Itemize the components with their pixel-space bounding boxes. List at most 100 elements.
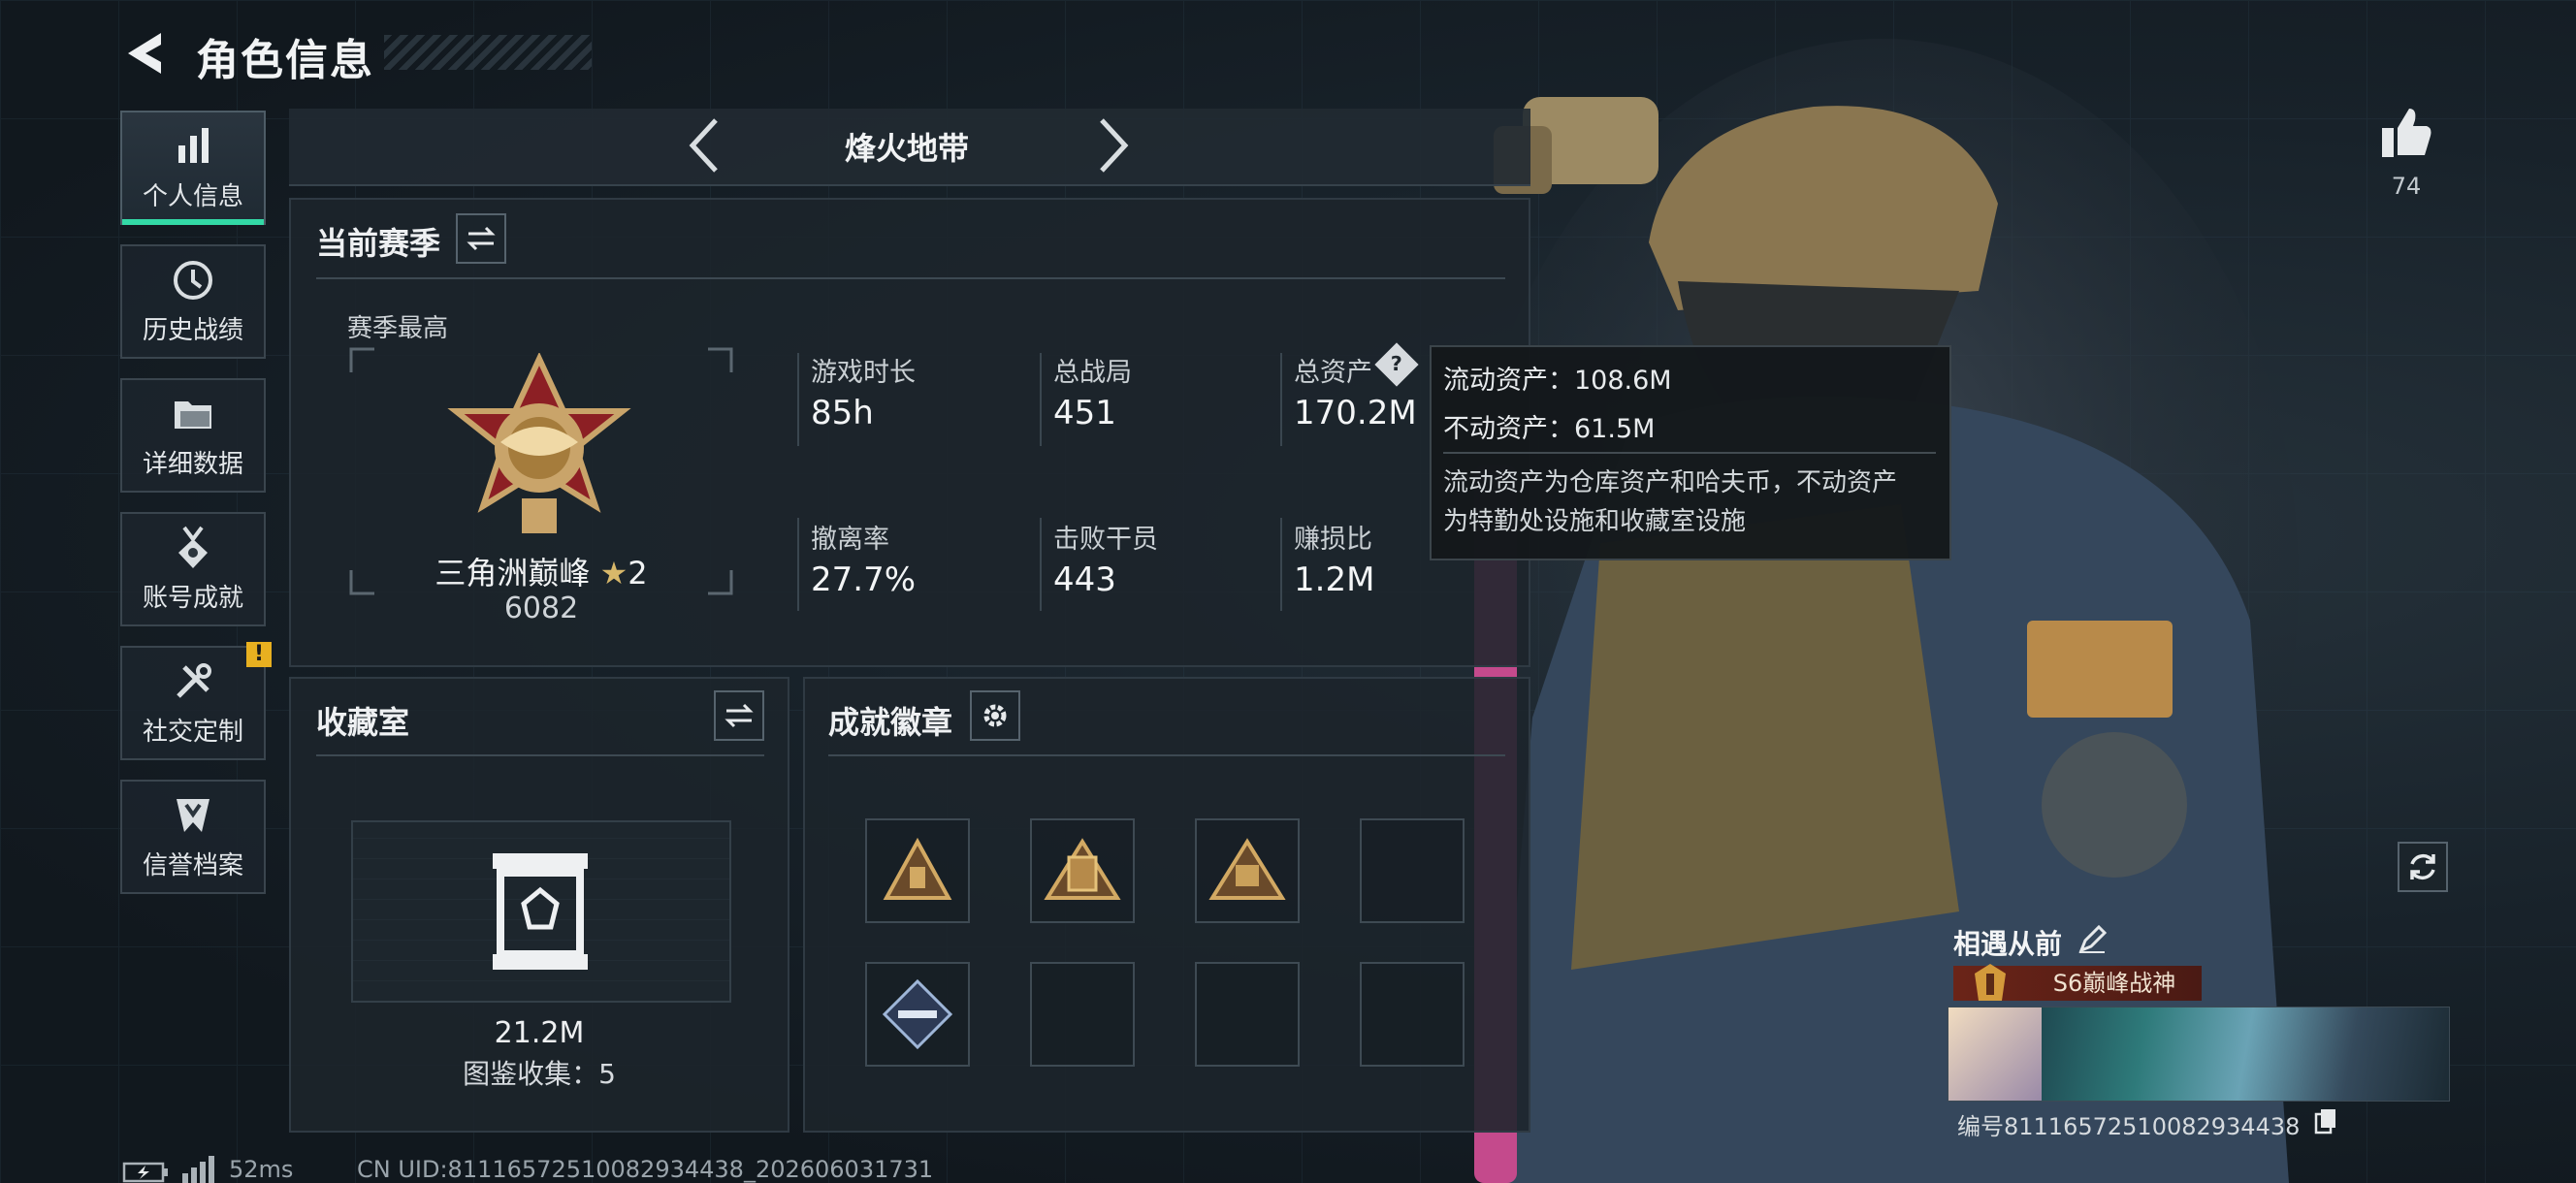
display-case-icon <box>493 853 588 970</box>
divider <box>316 754 764 756</box>
signal-icon <box>182 1156 214 1183</box>
battery-icon <box>122 1162 168 1183</box>
title-badge-label: S6巅峰战神 <box>2052 970 2176 997</box>
stat-value: 170.2M <box>1294 394 1417 432</box>
badge-triangle-icon <box>1044 838 1121 900</box>
sidebar-item-credit[interactable]: 信誉档案 <box>120 780 266 894</box>
stat-value: 1.2M <box>1294 560 1375 599</box>
back-arrow-icon[interactable] <box>122 29 167 78</box>
badge-slot[interactable] <box>865 818 970 923</box>
stat-divider <box>1280 518 1282 611</box>
sidebar-item-label: 详细数据 <box>142 449 243 479</box>
player-id-number: 编号8111657251008293443​8 <box>1957 1113 2301 1140</box>
copy-icon[interactable] <box>2314 1107 2337 1135</box>
season-best-label: 赛季最高 <box>347 314 449 343</box>
stat-value: 451 <box>1053 394 1116 432</box>
stat-value: 443 <box>1053 560 1116 599</box>
badges-settings-button[interactable] <box>970 690 1020 741</box>
title-decoration <box>384 35 592 70</box>
stat-divider <box>797 353 799 446</box>
stat-label: 赚损比 <box>1294 525 1372 555</box>
sidebar-item-label: 账号成就 <box>142 583 243 613</box>
player-name: 相遇从前 <box>1953 928 2063 960</box>
bar-chart-icon <box>178 127 209 163</box>
season-switch-button[interactable] <box>456 213 506 264</box>
refresh-button[interactable] <box>2398 842 2448 892</box>
sidebar-item-profile[interactable]: 个人信息 <box>120 111 266 225</box>
badge-s8-icon <box>1208 838 1286 900</box>
badge-slot-empty[interactable] <box>1030 962 1135 1067</box>
badge-diamond-icon <box>882 978 953 1050</box>
next-mode-arrow-icon[interactable] <box>1096 116 1131 175</box>
sidebar-item-label: 信誉档案 <box>142 850 243 880</box>
badge-slot-empty[interactable] <box>1360 818 1465 923</box>
badge-slot[interactable] <box>1195 818 1300 923</box>
rank-score: 6082 <box>503 592 579 625</box>
catalog-count: 图鉴收集：5 <box>463 1058 616 1090</box>
divider <box>828 754 1505 756</box>
collection-title: 收藏室 <box>316 704 410 741</box>
rank-name-row: 三角洲巅峰 ★2 <box>349 549 733 593</box>
stat-divider <box>1040 518 1042 611</box>
refresh-icon <box>2410 853 2435 880</box>
tools-icon <box>177 662 211 698</box>
mode-tab-label: 烽火地带 <box>844 130 969 167</box>
stat-label: 游戏时长 <box>811 358 916 388</box>
stat-label: 总资产 <box>1294 358 1372 388</box>
stat-value: 85h <box>811 394 874 432</box>
gear-icon <box>983 704 1007 727</box>
swap-icon <box>724 703 754 728</box>
page-title: 角色信息 <box>196 36 374 85</box>
title-badge-emblem-icon <box>1975 964 2006 1001</box>
stat-divider <box>1040 353 1042 446</box>
rank-star-icon: ★ <box>599 555 628 592</box>
badge-slot-empty[interactable] <box>1360 962 1465 1067</box>
edit-pencil-icon[interactable] <box>2077 925 2107 954</box>
collection-value: 21.2M <box>494 1016 585 1050</box>
sidebar-item-history[interactable]: 历史战绩 <box>120 244 266 359</box>
season-title: 当前赛季 <box>316 225 441 262</box>
stat-divider <box>1280 353 1282 446</box>
tooltip-description-line1: 流动资产为仓库资产和哈夫币，不动资产 <box>1443 468 1898 497</box>
sidebar-item-social[interactable]: 社交定制 <box>120 646 266 760</box>
sidebar-item-details[interactable]: 详细数据 <box>120 378 266 493</box>
uid-text: CN UID:8111657251008293443​8_20260603173… <box>357 1156 934 1183</box>
sidebar-item-achievements[interactable]: 账号成就 <box>120 512 266 626</box>
stat-value: 27.7% <box>811 560 917 599</box>
warning-badge: ! <box>246 642 272 667</box>
clock-icon <box>174 260 212 300</box>
folder-icon <box>175 400 211 429</box>
medal-icon <box>178 526 208 568</box>
like-count: 74 <box>2391 173 2422 200</box>
sidebar-item-label: 社交定制 <box>142 717 243 747</box>
badge-slot[interactable] <box>865 962 970 1067</box>
card-banner-image <box>2042 1007 2449 1101</box>
stat-divider <box>797 518 799 611</box>
sidebar-item-label: 个人信息 <box>142 181 243 211</box>
collection-switch-button[interactable] <box>714 690 764 741</box>
badge-slot[interactable] <box>1030 818 1135 923</box>
name-card-banner[interactable] <box>1948 1007 2450 1102</box>
tooltip-fixed-assets: 不动资产：61.5M <box>1443 414 1656 444</box>
ping-ms: 52ms <box>229 1156 294 1183</box>
stat-label: 总战局 <box>1053 358 1132 388</box>
badge-triangle-icon <box>883 837 952 900</box>
previous-mode-arrow-icon[interactable] <box>687 116 722 175</box>
stat-label: 击败干员 <box>1053 525 1158 555</box>
stat-label: 撤离率 <box>811 525 889 555</box>
card-avatar-image <box>1948 1007 2042 1101</box>
thumbs-up-icon[interactable] <box>2380 105 2432 159</box>
rank-level: 2 <box>628 555 648 592</box>
rank-name: 三角洲巅峰 <box>435 555 591 592</box>
badges-title: 成就徽章 <box>828 704 953 741</box>
tooltip-liquid-assets: 流动资产：108.6M <box>1443 366 1672 396</box>
badge-slot-empty[interactable] <box>1195 962 1300 1067</box>
shield-icon <box>177 798 209 832</box>
rank-medal-icon <box>447 353 631 533</box>
sidebar-item-label: 历史战绩 <box>142 315 243 345</box>
swap-icon <box>467 226 496 251</box>
divider <box>1443 452 1936 454</box>
divider <box>316 277 1505 279</box>
help-icon-glyph: ? <box>1390 353 1403 376</box>
tooltip-description-line2: 为特勤处设施和收藏室设施 <box>1443 507 1747 536</box>
